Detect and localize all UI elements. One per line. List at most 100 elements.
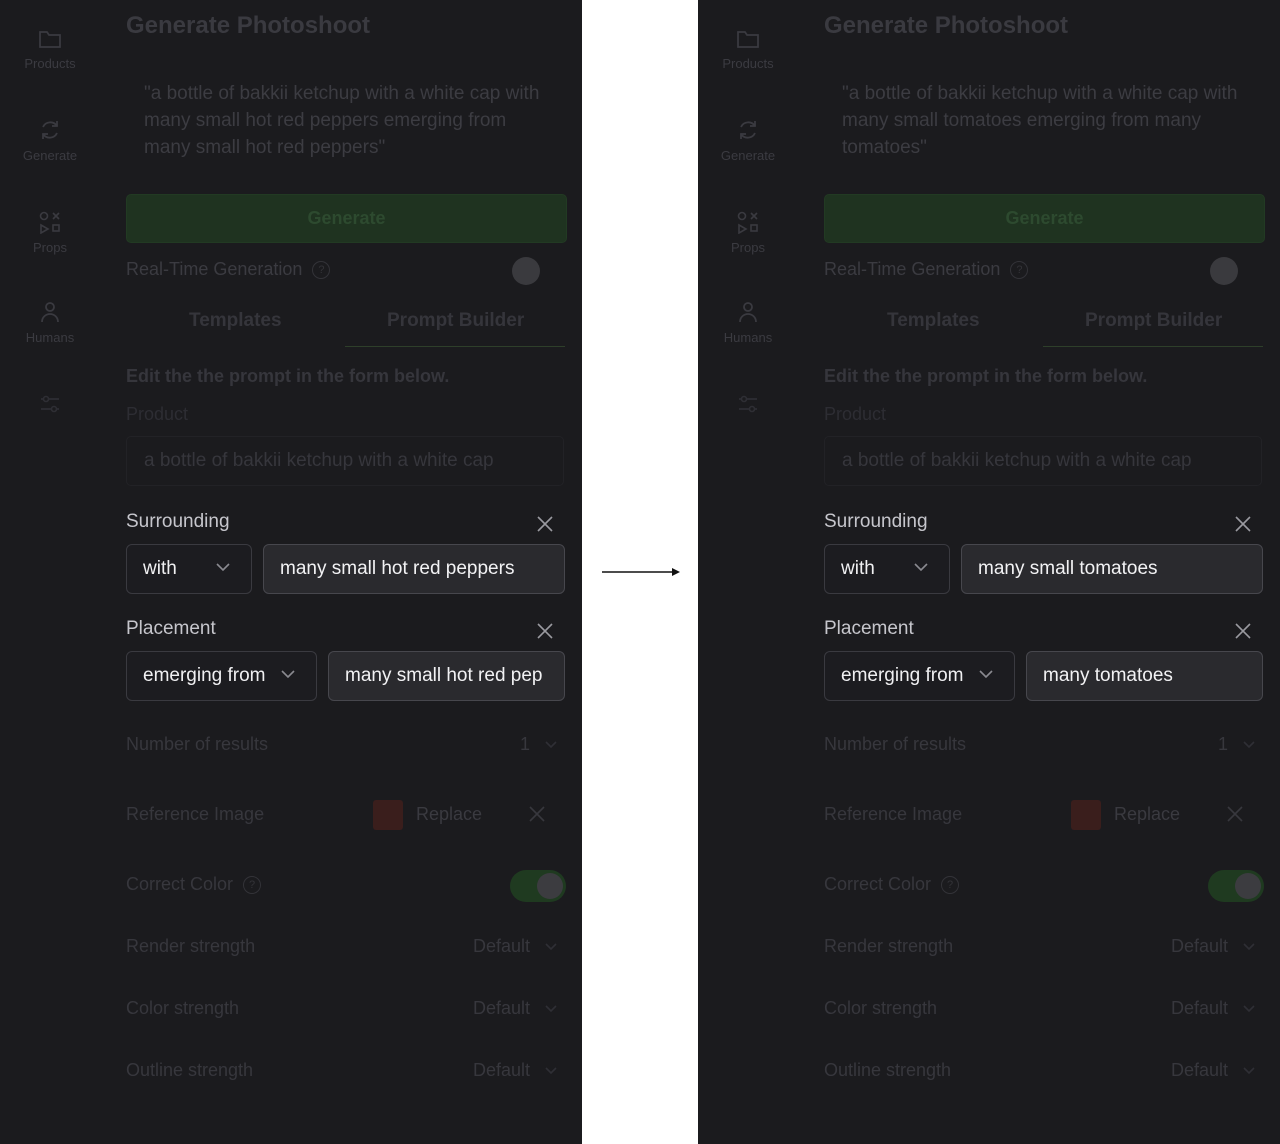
number-of-results-value[interactable]: 1 (1218, 734, 1228, 755)
chevron-down-icon (281, 670, 295, 679)
realtime-label: Real-Time Generation? (824, 259, 1029, 280)
tab-templates[interactable]: Templates (189, 310, 282, 332)
chevron-down-icon[interactable] (1242, 942, 1256, 951)
arrow-right-icon (602, 568, 680, 576)
page-title: Generate Photoshoot (824, 12, 1069, 39)
chevron-down-icon[interactable] (544, 740, 558, 749)
chevron-down-icon[interactable] (544, 1066, 558, 1075)
color-strength-row: Color strength Default (824, 996, 1264, 1024)
realtime-toggle[interactable] (1210, 257, 1238, 285)
outline-strength-label: Outline strength (126, 1060, 254, 1080)
chevron-down-icon[interactable] (1242, 1004, 1256, 1013)
sidebar-item-products[interactable]: Products (0, 28, 100, 71)
color-strength-value[interactable]: Default (1171, 998, 1228, 1019)
help-icon[interactable]: ? (941, 876, 960, 895)
help-icon[interactable]: ? (243, 876, 262, 895)
placement-input[interactable]: many small hot red pep (328, 651, 565, 701)
person-icon (739, 302, 757, 323)
replace-button[interactable]: Replace (1114, 804, 1180, 825)
chevron-down-icon[interactable] (544, 942, 558, 951)
number-of-results-value[interactable]: 1 (520, 734, 530, 755)
person-icon (41, 302, 59, 323)
close-icon[interactable] (1234, 515, 1252, 533)
generate-form: Generate Photoshoot "a bottle of bakkii … (126, 0, 567, 1144)
sidebar-item-props[interactable]: Props (0, 210, 100, 255)
close-icon[interactable] (536, 515, 554, 533)
sidebar-item-generate[interactable]: Generate (0, 118, 100, 163)
sidebar-item-products[interactable]: Products (698, 28, 798, 71)
placement-input[interactable]: many tomatoes (1026, 651, 1263, 701)
outline-strength-row: Outline strength Default (824, 1058, 1264, 1086)
before-panel: Products Generate Props Humans Generate … (0, 0, 582, 1144)
page-title: Generate Photoshoot (126, 12, 371, 39)
close-icon[interactable] (1234, 622, 1252, 640)
surrounding-input[interactable]: many small tomatoes (961, 544, 1263, 594)
correct-color-label: Correct Color? (126, 874, 262, 895)
shapes-icon (737, 211, 758, 234)
help-icon[interactable]: ? (312, 261, 331, 280)
correct-color-toggle[interactable] (1208, 870, 1264, 902)
color-strength-value[interactable]: Default (473, 998, 530, 1019)
edit-hint: Edit the the prompt in the form below. (126, 366, 450, 386)
chevron-down-icon (979, 670, 993, 679)
placement-select[interactable]: emerging from (824, 651, 1015, 701)
sidebar-item-label: Props (731, 240, 765, 255)
replace-button[interactable]: Replace (416, 804, 482, 825)
reference-image-label: Reference Image (824, 804, 963, 824)
correct-color-row: Correct Color? (824, 870, 1264, 902)
chevron-down-icon (914, 563, 928, 572)
product-input[interactable]: a bottle of bakkii ketchup with a white … (824, 436, 1262, 486)
surrounding-label: Surrounding (126, 511, 230, 532)
surrounding-select[interactable]: with (824, 544, 950, 594)
realtime-label: Real-Time Generation? (126, 259, 331, 280)
outline-strength-row: Outline strength Default (126, 1058, 566, 1086)
tab-bar: Templates Prompt Builder (824, 300, 1264, 348)
outline-strength-label: Outline strength (824, 1060, 952, 1080)
chevron-down-icon[interactable] (1242, 740, 1256, 749)
folder-icon (39, 31, 61, 48)
generate-button[interactable]: Generate (126, 194, 567, 243)
render-strength-value[interactable]: Default (1171, 936, 1228, 957)
generate-button[interactable]: Generate (824, 194, 1265, 243)
close-icon[interactable] (536, 622, 554, 640)
correct-color-toggle[interactable] (510, 870, 566, 902)
surrounding-select-value: with (143, 558, 177, 579)
realtime-toggle[interactable] (512, 257, 540, 285)
sidebar-item-label: Products (24, 56, 76, 71)
chevron-down-icon[interactable] (544, 1004, 558, 1013)
color-strength-label: Color strength (126, 998, 240, 1018)
surrounding-label: Surrounding (824, 511, 928, 532)
product-input[interactable]: a bottle of bakkii ketchup with a white … (126, 436, 564, 486)
tab-prompt-builder[interactable]: Prompt Builder (1085, 310, 1222, 332)
surrounding-input[interactable]: many small hot red peppers (263, 544, 565, 594)
sidebar-item-generate[interactable]: Generate (698, 118, 798, 163)
sidebar-item-settings[interactable] (0, 392, 100, 416)
active-tab-indicator (1043, 346, 1263, 347)
help-icon[interactable]: ? (1010, 261, 1029, 280)
prompt-preview: "a bottle of bakkii ketchup with a white… (144, 83, 540, 158)
outline-strength-value[interactable]: Default (1171, 1060, 1228, 1081)
sliders-icon (41, 395, 59, 413)
number-of-results-label: Number of results (126, 734, 269, 754)
chevron-down-icon[interactable] (1242, 1066, 1256, 1075)
correct-color-row: Correct Color? (126, 870, 566, 902)
render-strength-value[interactable]: Default (473, 936, 530, 957)
sidebar-item-label: Generate (720, 148, 776, 163)
sidebar-item-humans[interactable]: Humans (0, 300, 100, 345)
sidebar-item-label: Products (722, 56, 774, 71)
realtime-row: Real-Time Generation? (126, 257, 566, 285)
tab-prompt-builder[interactable]: Prompt Builder (387, 310, 524, 332)
close-icon[interactable] (528, 805, 546, 823)
sidebar-item-settings[interactable] (698, 392, 798, 416)
sidebar-item-label: Generate (22, 148, 78, 163)
sidebar-item-props[interactable]: Props (698, 210, 798, 255)
shapes-icon (39, 211, 60, 234)
render-strength-row: Render strength Default (126, 934, 566, 962)
tab-templates[interactable]: Templates (887, 310, 980, 332)
sidebar-item-humans[interactable]: Humans (698, 300, 798, 345)
surrounding-select[interactable]: with (126, 544, 252, 594)
number-of-results-label: Number of results (824, 734, 967, 754)
close-icon[interactable] (1226, 805, 1244, 823)
placement-select[interactable]: emerging from (126, 651, 317, 701)
outline-strength-value[interactable]: Default (473, 1060, 530, 1081)
